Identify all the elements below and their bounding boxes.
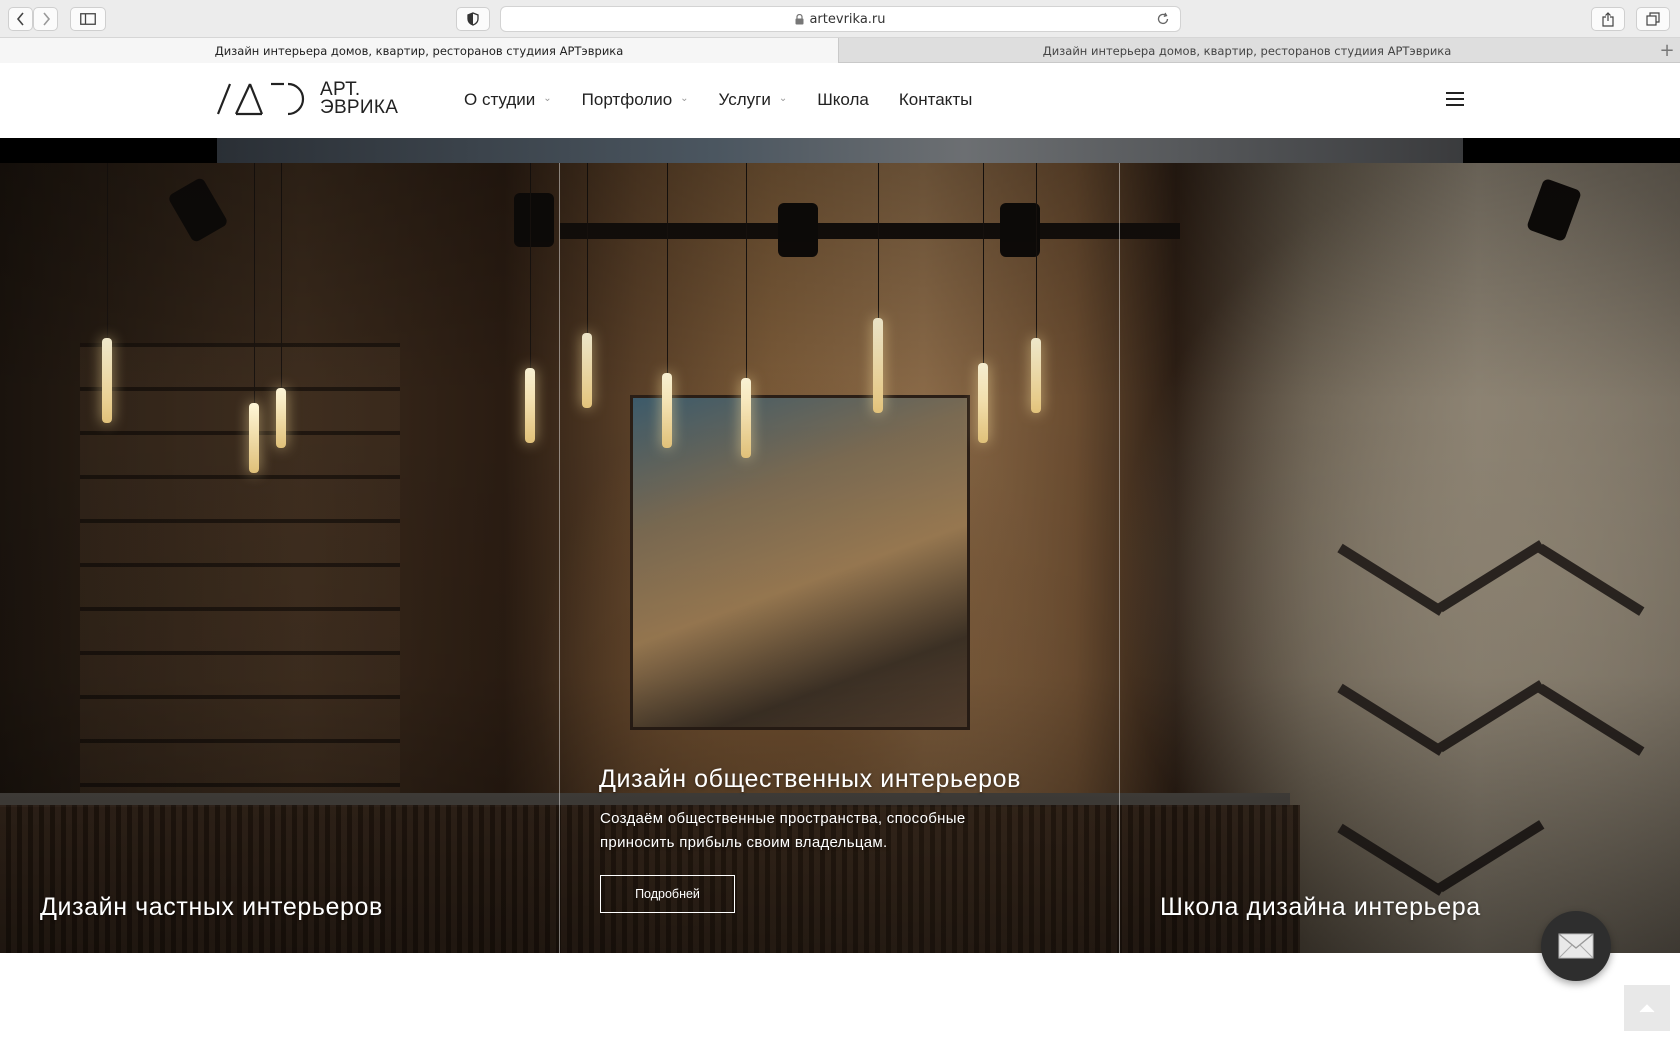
sidebar-icon xyxy=(80,13,96,25)
menu-icon[interactable] xyxy=(1446,92,1464,106)
chevron-up-icon xyxy=(1639,1004,1655,1013)
shield-icon xyxy=(467,12,479,26)
browser-toolbar: artevrika.ru xyxy=(0,0,1680,38)
panel-private-title[interactable]: Дизайн частных интерьеров xyxy=(40,893,383,922)
chevron-down-icon: ⌄ xyxy=(778,93,788,104)
main-nav: О студии ⌄ Портфолио ⌄ Услуги ⌄ Школа Ко… xyxy=(464,90,1002,110)
logo[interactable]: АРТ. ЭВРИКА xyxy=(216,80,399,118)
privacy-button[interactable] xyxy=(456,7,490,31)
nav-label: О студии xyxy=(464,90,536,109)
panel-public-title[interactable]: Дизайн общественных интерьеров xyxy=(599,765,1021,794)
hero-section: Дизайн частных интерьеров Дизайн обществ… xyxy=(0,163,1680,953)
chevron-down-icon: ⌄ xyxy=(680,93,689,104)
panel-public-description: Создаём общественные пространства, спосо… xyxy=(600,810,966,851)
logo-line-2: ЭВРИКА xyxy=(320,97,399,118)
share-button[interactable] xyxy=(1591,7,1625,31)
address-bar[interactable]: artevrika.ru xyxy=(500,6,1181,32)
tabs-overview-button[interactable] xyxy=(1636,7,1670,31)
nav-label: Портфолио xyxy=(581,90,673,109)
tab-active[interactable]: Дизайн интерьера домов, квартир, рестора… xyxy=(0,38,839,63)
site-header: АРТ. ЭВРИКА О студии ⌄ Портфолио ⌄ Услуг… xyxy=(0,64,1680,138)
logo-mark-icon xyxy=(216,82,305,116)
share-icon xyxy=(1602,11,1614,27)
lock-icon xyxy=(795,13,804,24)
chevron-down-icon: ⌄ xyxy=(543,93,552,104)
more-button[interactable]: Подробней xyxy=(600,875,735,913)
forward-button[interactable] xyxy=(33,7,58,31)
scroll-to-top-button[interactable] xyxy=(1624,985,1670,1031)
nav-label: Услуги xyxy=(718,90,771,109)
reload-icon[interactable] xyxy=(1156,12,1170,26)
tab-bar: Дизайн интерьера домов, квартир, рестора… xyxy=(0,38,1680,63)
nav-item-services[interactable]: Услуги ⌄ xyxy=(719,90,788,110)
nav-item-contacts[interactable]: Контакты xyxy=(899,90,972,110)
new-tab-icon[interactable]: + xyxy=(1654,38,1680,63)
logo-text: АРТ. ЭВРИКА xyxy=(320,80,399,118)
nav-item-portfolio[interactable]: Портфолио ⌄ xyxy=(582,90,689,110)
panel-divider xyxy=(1119,163,1120,953)
back-icon xyxy=(16,12,24,26)
nav-item-about[interactable]: О студии ⌄ xyxy=(464,90,552,110)
contact-mail-button[interactable] xyxy=(1541,911,1611,981)
panel-school-title[interactable]: Школа дизайна интерьера xyxy=(1160,893,1481,922)
forward-icon xyxy=(42,12,50,26)
mail-icon xyxy=(1558,933,1594,959)
nav-label: Контакты xyxy=(898,90,973,109)
back-button[interactable] xyxy=(8,7,33,31)
tabs-overview-icon xyxy=(1646,12,1660,26)
hero-top-strip xyxy=(0,138,1680,163)
url-text: artevrika.ru xyxy=(809,11,886,27)
panel-divider xyxy=(559,163,560,953)
nav-label: Школа xyxy=(817,90,869,109)
sidebar-button[interactable] xyxy=(70,7,106,31)
nav-item-school[interactable]: Школа xyxy=(817,90,869,110)
tab-inactive[interactable]: Дизайн интерьера домов, квартир, рестора… xyxy=(840,38,1654,63)
